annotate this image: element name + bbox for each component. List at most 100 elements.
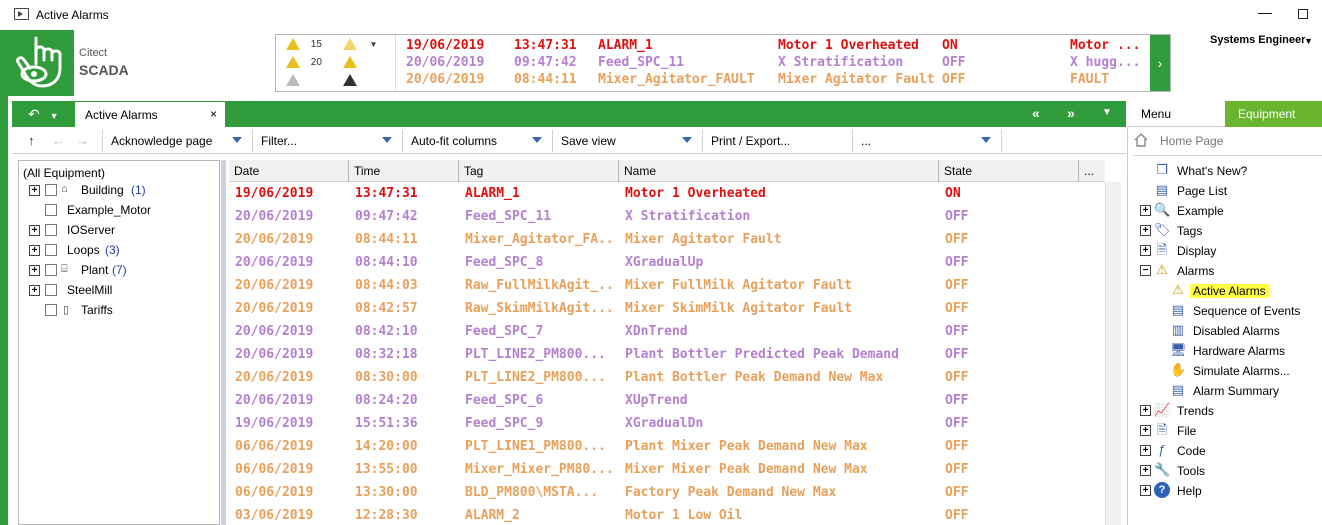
collapse-icon[interactable]: −: [1140, 265, 1151, 276]
tab-active-alarms[interactable]: Active Alarms ×: [75, 102, 225, 127]
column-header-more[interactable]: ...: [1079, 160, 1105, 182]
alarm-row[interactable]: 20/06/2019 08:44:03 Raw_FullMilkAgit_... Mi…: [229, 274, 1105, 297]
tree-checkbox[interactable]: [45, 204, 57, 216]
more-options-button[interactable]: ...: [852, 130, 1002, 152]
close-tab-icon[interactable]: ×: [210, 107, 217, 121]
expand-icon[interactable]: +: [29, 285, 40, 296]
alarm-cell-tag: Raw_SkimMilkAgit...: [465, 301, 614, 316]
count-row-active[interactable]: 20: [286, 56, 357, 72]
alarm-cell-tag: Feed_SPC_7: [465, 324, 544, 339]
expand-icon[interactable]: +: [29, 245, 40, 256]
save-view-button[interactable]: Save view: [552, 130, 702, 152]
panel-splitter[interactable]: [221, 160, 226, 525]
count-row-acknowledged[interactable]: 15 ▼: [286, 38, 377, 54]
menu-item-label: Page List: [1177, 184, 1228, 198]
tab-menu[interactable]: Menu: [1127, 101, 1225, 127]
tree-checkbox[interactable]: [45, 304, 57, 316]
grid-vertical-scrollbar[interactable]: [1105, 182, 1121, 525]
alarm-row[interactable]: 06/06/2019 13:55:00 Mixer_Mixer_PM80... Mix…: [229, 458, 1105, 481]
alarm-row[interactable]: 20/06/2019 09:47:42 Feed_SPC_11 X Stratific…: [229, 205, 1105, 228]
banner-next-button[interactable]: ›: [1150, 35, 1170, 91]
arrow-left-icon[interactable]: ←: [52, 133, 65, 148]
alarm-cell-date: 20/06/2019: [235, 301, 314, 316]
dropdown-caret-icon: [682, 137, 692, 143]
expand-icon[interactable]: +: [1140, 205, 1151, 216]
alarm-row[interactable]: 20/06/2019 08:42:10 Feed_SPC_7 XDnTrend OFF: [229, 320, 1105, 343]
alarm-cell-name: Plant Mixer Peak Demand New Max: [625, 439, 868, 454]
menu-item-label: Alarms: [1177, 264, 1215, 278]
expand-icon[interactable]: +: [1140, 405, 1151, 416]
alarm-banner[interactable]: 15 ▼ 20 19/06/2019 13:47:31 ALARM_1 Moto…: [275, 34, 1171, 92]
tree-checkbox[interactable]: [45, 284, 57, 296]
alarm-row[interactable]: 03/06/2019 12:28:30 ALARM_2 Motor 1 Low Oil…: [229, 504, 1105, 525]
scroll-left-icon[interactable]: «: [1032, 105, 1040, 121]
auto-fit-columns-button[interactable]: Auto-fit columns: [402, 130, 552, 152]
expand-icon[interactable]: +: [1140, 225, 1151, 236]
alarm-cell-name: Plant Bottler Predicted Peak Demand: [625, 347, 899, 362]
alarm-row[interactable]: 19/06/2019 15:51:36 Feed_SPC_9 XGradualDn OF…: [229, 412, 1105, 435]
alarm-cell-state: OFF: [945, 278, 969, 293]
alarm-row[interactable]: 20/06/2019 08:32:18 PLT_LINE2_PM800... Plan…: [229, 343, 1105, 366]
alarm-row[interactable]: 06/06/2019 13:30:00 BLD_PM800\MSTA... Facto…: [229, 481, 1105, 504]
banner-alarm-row[interactable]: 20/06/2019 08:44:11 Mixer_Agitator_FAULT…: [406, 72, 1151, 89]
alarm-cell-tag: PLT_LINE2_PM800...: [465, 370, 606, 385]
scroll-right-icon[interactable]: »: [1067, 105, 1075, 121]
tree-checkbox[interactable]: [45, 184, 57, 196]
alarm-cell-tag: Feed_SPC_8: [465, 255, 544, 270]
minimize-button[interactable]: —: [1258, 4, 1272, 20]
menu-separator: [1133, 155, 1322, 156]
alarm-cell-time: 15:51:36: [355, 416, 418, 431]
expand-icon[interactable]: +: [1140, 245, 1151, 256]
alarm-cell-tag: ALARM_2: [465, 508, 520, 523]
expand-icon[interactable]: +: [29, 265, 40, 276]
print-export-button[interactable]: Print / Export...: [702, 130, 852, 152]
expand-icon[interactable]: +: [1140, 445, 1151, 456]
expand-icon[interactable]: +: [1140, 425, 1151, 436]
alarm-grid[interactable]: Date Time Tag Name State ... 19/06/2019 1…: [229, 160, 1105, 525]
filter-button[interactable]: Filter...: [252, 130, 402, 152]
left-accent-strip: [0, 30, 8, 525]
column-header-name[interactable]: Name: [619, 160, 939, 182]
maximize-button[interactable]: [1298, 9, 1308, 19]
back-history-button[interactable]: ↶ ▼: [14, 103, 72, 125]
expand-icon[interactable]: +: [29, 185, 40, 196]
expand-icon[interactable]: +: [1140, 465, 1151, 476]
equipment-tree[interactable]: (All Equipment) + ⌂ Building (1) Example…: [18, 160, 220, 525]
expand-icon[interactable]: +: [29, 225, 40, 236]
alarm-cell-state: OFF: [945, 301, 969, 316]
tree-checkbox[interactable]: [45, 244, 57, 256]
alarm-row[interactable]: 20/06/2019 08:42:57 Raw_SkimMilkAgit... Mix…: [229, 297, 1105, 320]
alarm-row[interactable]: 20/06/2019 08:24:20 Feed_SPC_6 XUpTrend OFF: [229, 389, 1105, 412]
title-bar: Active Alarms —: [0, 0, 1322, 30]
tab-list-dropdown-icon[interactable]: ▼: [1102, 107, 1112, 118]
column-header-date[interactable]: Date: [229, 160, 349, 182]
banner-alarm-row[interactable]: 19/06/2019 13:47:31 ALARM_1 Motor 1 Over…: [406, 38, 1151, 55]
arrow-up-icon[interactable]: ↑: [28, 133, 35, 148]
arrow-right-icon[interactable]: →: [76, 133, 89, 148]
alarm-row[interactable]: 06/06/2019 14:20:00 PLT_LINE1_PM800... Plan…: [229, 435, 1105, 458]
alarm-row[interactable]: 20/06/2019 08:44:10 Feed_SPC_8 XGradualUp OF…: [229, 251, 1105, 274]
tree-checkbox[interactable]: [45, 264, 57, 276]
dropdown-caret-icon[interactable]: ▼: [369, 40, 377, 49]
alarm-cell-date: 20/06/2019: [235, 324, 314, 339]
alarm-counts: 15 ▼ 20: [276, 35, 396, 91]
warning-comment-icon: [342, 56, 357, 68]
expand-icon[interactable]: +: [1140, 485, 1151, 496]
user-name[interactable]: Systems Engineer: [1210, 34, 1305, 46]
alarm-row[interactable]: 20/06/2019 08:44:11 Mixer_Agitator_FA... Mi…: [229, 228, 1105, 251]
banner-alarm-row[interactable]: 20/06/2019 09:47:42 Feed_SPC_11 X Strati…: [406, 55, 1151, 72]
alarm-row[interactable]: 20/06/2019 08:30:00 PLT_LINE2_PM800... Plan…: [229, 366, 1105, 389]
column-header-time[interactable]: Time: [349, 160, 459, 182]
count-row-disabled[interactable]: [286, 74, 357, 90]
tab-equipment[interactable]: Equipment: [1225, 101, 1322, 127]
alarm-cell-name: XGradualUp: [625, 255, 704, 270]
column-header-tag[interactable]: Tag: [459, 160, 619, 182]
tree-checkbox[interactable]: [45, 224, 57, 236]
alarm-row[interactable]: 19/06/2019 13:47:31 ALARM_1 Motor 1 Overhea…: [229, 182, 1105, 205]
menu-item-label: Code: [1177, 444, 1206, 458]
alarm-cell-state: OFF: [945, 255, 969, 270]
user-dropdown-icon[interactable]: ▼: [1304, 36, 1313, 46]
alarm-toolbar: ↑ ← → Acknowledge page Filter... Auto-fi…: [12, 128, 1126, 154]
column-header-state[interactable]: State: [939, 160, 1079, 182]
acknowledge-page-button[interactable]: Acknowledge page: [102, 130, 252, 152]
